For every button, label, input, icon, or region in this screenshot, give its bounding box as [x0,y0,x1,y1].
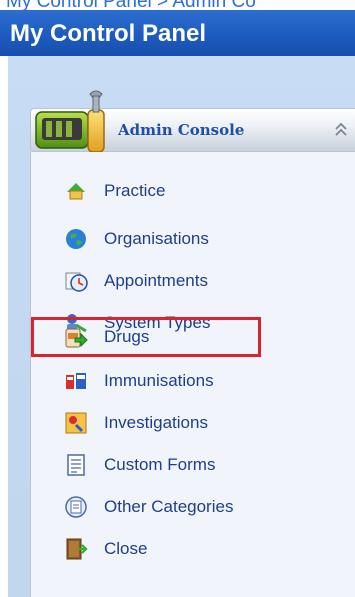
panel-title: My Control Panel [0,10,355,56]
door-icon [66,538,88,560]
menu-item-organisations[interactable]: Organisations [64,224,304,254]
double-chevron-up-icon[interactable] [333,120,349,138]
menu-item-immunisations[interactable]: Immunisations [64,366,304,396]
menu-item-label: Investigations [104,413,208,432]
menu-item-label: Practice [104,181,166,200]
menu-item-label: Immunisations [104,371,214,390]
form-icon [67,454,85,476]
menu-item-practice[interactable]: Practice [64,176,304,206]
menu-item-investigations[interactable]: Investigations [64,408,304,438]
menu-item-label: Custom Forms [104,455,216,474]
practice-icon [67,183,85,200]
admin-console-title[interactable]: Admin Console [118,121,244,139]
clock-icon [65,272,88,292]
menu-item-label: Other Categories [104,497,234,516]
menu-item-custom-forms[interactable]: Custom Forms [64,450,304,480]
investigations-icon [65,412,87,434]
menu-item-close[interactable]: Close [64,534,304,564]
globe-icon [66,229,86,249]
menu-item-label: Organisations [104,229,209,248]
immunisation-icon [66,373,86,389]
menu-item-label: Close [104,539,148,558]
drugs-highlight-box [31,317,261,357]
menu-item-other-categories[interactable]: Other Categories [64,492,304,522]
menu-item-label: Appointments [104,271,208,290]
categories-icon [65,496,87,518]
menu-item-appointments[interactable]: Appointments [64,266,304,296]
admin-console-logo-icon [35,90,105,153]
